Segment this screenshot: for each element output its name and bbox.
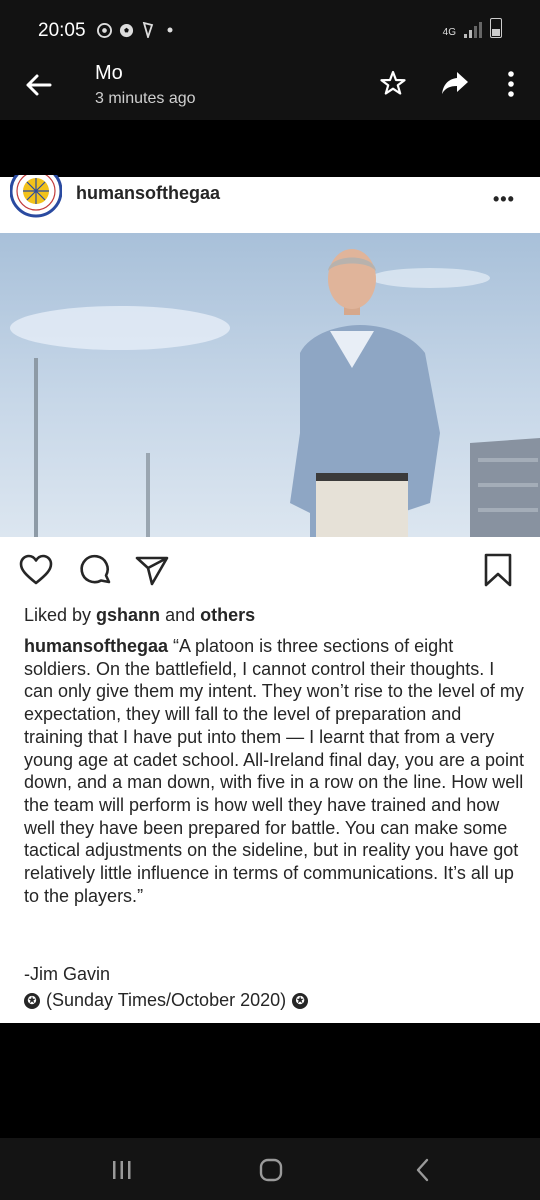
- avatar[interactable]: [10, 175, 62, 219]
- post-caption: humansofthegaa “A platoon is three secti…: [24, 635, 524, 907]
- likes-line: Liked by gshann and others: [24, 605, 255, 626]
- likes-prefix: Liked by: [24, 605, 97, 625]
- comment-icon[interactable]: [78, 552, 114, 588]
- post-photo: [0, 233, 540, 537]
- bookmark-icon[interactable]: [480, 552, 516, 588]
- more-options-icon[interactable]: •••: [493, 189, 515, 210]
- message-timestamp: 3 minutes ago: [95, 90, 196, 107]
- system-nav-bar: [0, 1138, 540, 1200]
- more-vert-icon[interactable]: [505, 70, 517, 98]
- signal-icon: [464, 22, 482, 38]
- forward-icon[interactable]: [441, 70, 469, 96]
- caption-text: “A platoon is three sections of eight so…: [24, 636, 524, 906]
- instagram-post: humansofthegaa ••• Liked by gshann and o…: [0, 175, 540, 1023]
- quote-author: -Jim Gavin: [24, 964, 111, 984]
- recent-apps-icon[interactable]: [111, 1160, 133, 1180]
- status-time: 20:05: [38, 20, 86, 41]
- dot-icon: [162, 22, 178, 38]
- post-header: humansofthegaa •••: [0, 175, 540, 233]
- heart-icon[interactable]: [18, 552, 54, 588]
- post-username[interactable]: humansofthegaa: [76, 183, 220, 204]
- network-type: 4G: [442, 27, 456, 38]
- liked-by-others[interactable]: others: [200, 605, 255, 625]
- app-bar: Mo 3 minutes ago: [0, 50, 540, 120]
- liked-by-user[interactable]: gshann: [96, 605, 160, 625]
- home-icon[interactable]: [259, 1158, 283, 1182]
- star-badge-icon: ✪: [24, 992, 40, 1009]
- star-badge-icon: ✪: [292, 992, 309, 1009]
- harp-icon: [140, 22, 156, 38]
- quote-source-line: ✪ (Sunday Times/October 2020) ✪: [24, 990, 309, 1011]
- football-icon: [118, 22, 134, 38]
- post-actions: [0, 552, 540, 592]
- back-icon[interactable]: [415, 1158, 431, 1182]
- caption-username[interactable]: humansofthegaa: [24, 636, 168, 656]
- quote-source: (Sunday Times/October 2020): [46, 990, 287, 1010]
- notification-icons: [96, 22, 178, 38]
- star-icon[interactable]: [380, 70, 406, 96]
- system-status: 4G: [443, 18, 502, 38]
- battery-icon: [490, 18, 502, 38]
- likes-middle: and: [160, 605, 201, 625]
- send-icon[interactable]: [134, 552, 170, 588]
- back-arrow-icon[interactable]: [22, 69, 54, 101]
- sender-name: Mo: [95, 62, 123, 84]
- status-bar: 20:05 4G: [0, 0, 540, 50]
- chrome-icon: [96, 22, 112, 38]
